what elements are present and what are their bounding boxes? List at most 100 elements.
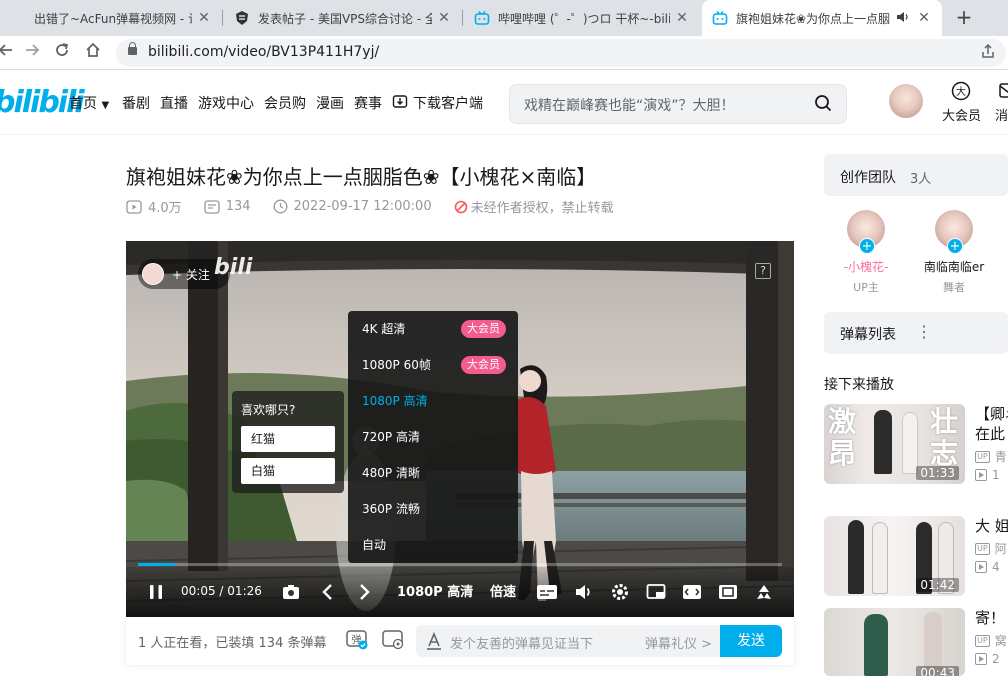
quality-720p[interactable]: 720P 高清 — [348, 419, 518, 455]
search-placeholder[interactable]: 戏精在巅峰赛也能“演戏”？大胆！ — [524, 95, 735, 115]
team-member[interactable]: + 南临南临er 舞者 — [914, 210, 994, 295]
member-avatar[interactable]: + — [935, 210, 973, 254]
uploader-name[interactable]: UP 阿 — [975, 540, 1007, 557]
picture-in-picture-icon[interactable] — [646, 582, 666, 602]
tab-close-icon[interactable]: ✕ — [916, 10, 932, 26]
help-icon[interactable]: ? — [755, 263, 771, 279]
video-duration: 01:33 — [916, 466, 959, 480]
video-title[interactable]: 【卿斗 在此 — [975, 404, 1008, 444]
team-member[interactable]: + -小槐花- UP主 — [826, 210, 906, 295]
quality-button[interactable]: 1080P 高清 — [397, 581, 473, 600]
address-bar[interactable]: bilibili.com/video/BV13P411H7yj/ — [116, 39, 1006, 67]
member-avatar[interactable]: + — [847, 210, 885, 254]
video-title[interactable]: 寄！ — [975, 608, 1005, 628]
danmaku-list-panel[interactable]: 弹幕列表 ⋮ — [824, 312, 1008, 354]
quality-4k[interactable]: 4K 超清 大会员 — [348, 311, 518, 347]
video-title[interactable]: 大 姐 — [975, 516, 1008, 536]
title-line: 【卿斗 — [975, 405, 1008, 423]
vip-icon[interactable]: 大 — [951, 81, 971, 101]
nav-manga[interactable]: 漫画 — [316, 93, 344, 113]
nav-game-center[interactable]: 游戏中心 — [198, 93, 254, 113]
danmaku-input[interactable]: 发个友善的弹幕见证当下 弹幕礼仪 > — [416, 625, 722, 657]
nav-mall[interactable]: 会员购 — [264, 93, 306, 113]
settings-gear-icon[interactable] — [610, 582, 630, 602]
danmaku-placeholder[interactable]: 发个友善的弹幕见证当下 — [450, 633, 593, 652]
danmaku-toggle-icon[interactable]: 弹 — [346, 628, 368, 654]
quality-1080p60[interactable]: 1080P 60帧 大会员 — [348, 347, 518, 383]
more-options-icon[interactable]: ⋮ — [916, 322, 932, 341]
reload-icon[interactable] — [50, 41, 74, 65]
web-fullscreen-icon[interactable] — [718, 582, 738, 602]
video-thumbnail[interactable]: 00:43 — [824, 608, 965, 676]
quality-1080p[interactable]: 1080P 高清 — [348, 383, 518, 419]
browser-tab-active-video[interactable]: 旗袍姐妹花❀为你点上一点胭 ✕ — [702, 0, 942, 36]
nav-home[interactable]: 首页 ▼ — [69, 93, 109, 113]
browser-tab-forum[interactable]: 发表帖子 - 美国VPS综合讨论 - 全 ✕ — [224, 0, 462, 36]
volume-icon[interactable] — [574, 582, 594, 602]
recommendation-card[interactable]: 00:43 寄！ UP 窝 2 — [824, 608, 1008, 692]
text-format-icon[interactable] — [426, 631, 442, 654]
nav-match[interactable]: 赛事 — [354, 93, 382, 113]
search-box[interactable]: 戏精在巅峰赛也能“演戏”？大胆！ — [509, 84, 847, 124]
previous-frame-icon[interactable] — [318, 582, 338, 602]
url-text[interactable]: bilibili.com/video/BV13P411H7yj/ — [148, 44, 379, 60]
quality-480p[interactable]: 480P 清晰 — [348, 455, 518, 491]
nav-live[interactable]: 直播 — [160, 93, 188, 113]
nav-download-client[interactable]: 下载客户端 — [392, 93, 483, 113]
video-player[interactable]: + 关注 bili ? 喜欢哪只? 红猫 白猫 4K 超清 大会员 1080P … — [126, 241, 794, 617]
new-tab-button[interactable]: + — [952, 5, 976, 29]
message-label[interactable]: 消 — [995, 105, 1008, 124]
video-thumbnail[interactable]: 01:42 — [824, 516, 965, 596]
next-frame-icon[interactable] — [354, 582, 374, 602]
search-icon[interactable] — [814, 94, 832, 112]
quality-auto[interactable]: 自动 — [348, 527, 518, 563]
forward-arrow-icon[interactable] — [20, 41, 44, 65]
share-icon[interactable] — [980, 43, 996, 63]
follow-plus-icon[interactable]: + — [859, 238, 875, 254]
back-arrow-icon[interactable] — [0, 41, 18, 65]
nav-bangumi[interactable]: 番剧 — [122, 93, 150, 113]
widescreen-icon[interactable] — [682, 582, 702, 602]
tab-close-icon[interactable]: ✕ — [436, 10, 452, 26]
recommendation-card[interactable]: 激昂 壮志 01:33 【卿斗 在此 UP 青 1 — [824, 404, 1008, 488]
user-avatar[interactable] — [889, 84, 923, 118]
message-icon[interactable] — [998, 81, 1008, 101]
follow-plus-icon[interactable]: + — [947, 238, 963, 254]
vote-option-white-cat[interactable]: 白猫 — [241, 458, 335, 484]
fullscreen-icon[interactable] — [754, 582, 774, 602]
member-name[interactable]: 南临南临er — [914, 258, 994, 275]
member-name[interactable]: -小槐花- — [826, 258, 906, 275]
speed-button[interactable]: 倍速 — [490, 581, 516, 600]
tab-close-icon[interactable]: ✕ — [196, 10, 212, 26]
vote-option-red-cat[interactable]: 红猫 — [241, 426, 335, 452]
pause-icon[interactable] — [146, 582, 166, 602]
browser-tab-acfun[interactable]: 出错了~AcFun弹幕视频网 - 认真 ✕ — [0, 0, 222, 36]
danmaku-settings-icon[interactable] — [382, 628, 404, 654]
play-count-icon — [975, 561, 987, 573]
thumb-caption-left: 激昂 — [828, 405, 857, 470]
tab-close-icon[interactable]: ✕ — [674, 10, 690, 26]
view-count-value: 4.0万 — [148, 201, 182, 216]
progress-fill — [138, 563, 176, 566]
member-role: 舞者 — [943, 281, 965, 294]
time-total: 01:26 — [227, 584, 262, 598]
recommendation-card[interactable]: 01:42 大 姐 UP 阿 4 — [824, 516, 1008, 600]
quality-360p[interactable]: 360P 流畅 — [348, 491, 518, 527]
screenshot-icon[interactable] — [281, 582, 301, 602]
progress-bar[interactable] — [138, 563, 782, 566]
thumb-figure — [902, 412, 918, 474]
lock-icon[interactable] — [128, 42, 137, 55]
speaker-icon[interactable] — [896, 10, 912, 27]
tab-title: 发表帖子 - 美国VPS综合讨论 - 全 — [258, 11, 432, 26]
home-icon[interactable] — [81, 41, 105, 65]
send-button[interactable]: 发送 — [720, 625, 782, 657]
danmaku-etiquette-link[interactable]: 弹幕礼仪 > — [645, 633, 712, 652]
uploader-name[interactable]: UP 青 — [975, 448, 1007, 465]
quality-menu: 4K 超清 大会员 1080P 60帧 大会员 1080P 高清 720P 高清… — [348, 311, 518, 563]
video-thumbnail[interactable]: 激昂 壮志 01:33 — [824, 404, 965, 484]
uploader-name[interactable]: UP 窝 — [975, 632, 1007, 649]
browser-tab-bilibili-home[interactable]: 哔哩哔哩 (゜-゜)つロ 干杯~-bili ✕ — [464, 0, 700, 36]
vip-label[interactable]: 大会员 — [942, 105, 981, 124]
view-count: 4.0万 — [126, 197, 182, 216]
subtitle-icon[interactable] — [536, 582, 557, 602]
